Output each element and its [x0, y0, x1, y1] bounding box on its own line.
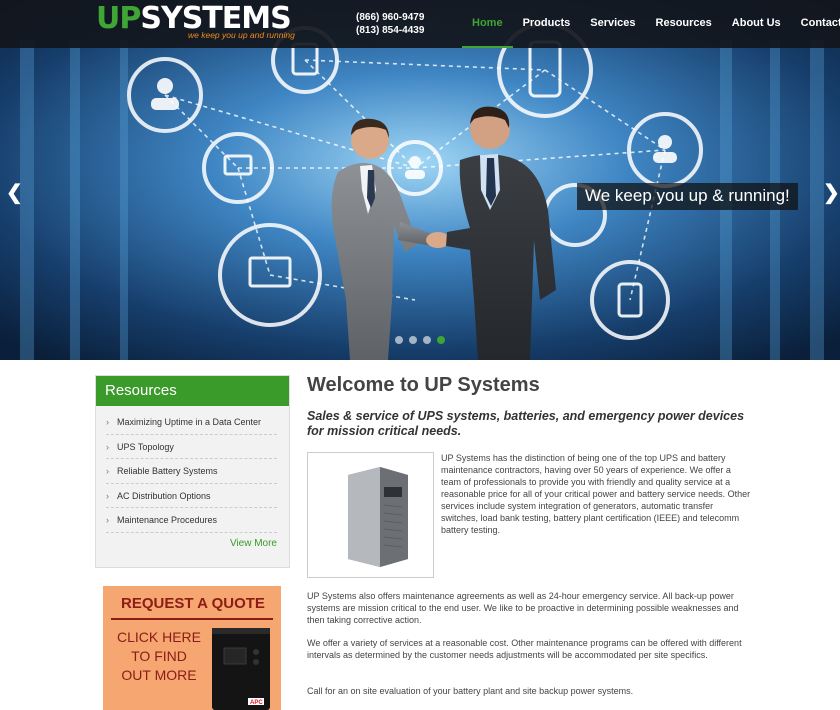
phone-numbers: (866) 960-9479 (813) 854-4439 — [356, 11, 424, 37]
intro-paragraph: UP Systems has the distinction of being … — [441, 453, 751, 535]
product-image-frame — [307, 452, 434, 578]
services-paragraph: We offer a variety of services at a reas… — [307, 638, 742, 660]
site-header: UPSYSTEMS we keep you up and running (86… — [0, 0, 840, 48]
nav-about-us[interactable]: About Us — [722, 0, 791, 48]
chevron-right-icon: › — [106, 515, 109, 525]
hero-image — [0, 0, 840, 360]
svg-text:APC: APC — [250, 700, 263, 706]
site-logo[interactable]: UPSYSTEMS we keep you up and running — [96, 2, 301, 42]
chevron-right-icon: › — [106, 490, 109, 501]
resource-link[interactable]: › AC Distribution Options — [106, 484, 277, 508]
request-quote-banner[interactable]: REQUEST A QUOTE CLICK HERE TO FIND OUT M… — [103, 586, 281, 710]
hero-slider: We keep you up & running! ❮ ❯ — [0, 0, 840, 360]
resource-link[interactable]: › Maximizing Uptime in a Data Center — [106, 410, 277, 435]
nav-contact[interactable]: Contact — [791, 0, 840, 48]
chevron-left-icon: ❮ — [6, 182, 23, 204]
slider-prev-arrow[interactable]: ❮ — [6, 180, 23, 205]
nav-products[interactable]: Products — [513, 0, 581, 48]
chevron-right-icon: › — [106, 466, 109, 476]
main-nav: Home Products Services Resources About U… — [462, 0, 840, 48]
slide-caption: We keep you up & running! — [577, 183, 798, 210]
nav-services[interactable]: Services — [580, 0, 645, 48]
view-more-link[interactable]: View More — [230, 538, 277, 549]
nav-home[interactable]: Home — [462, 0, 513, 48]
resources-sidebar: Resources › Maximizing Uptime in a Data C… — [95, 375, 290, 568]
resource-link[interactable]: › Reliable Battery Systems — [106, 459, 277, 484]
slider-dot[interactable] — [409, 336, 417, 344]
ups-cabinet-image — [348, 467, 408, 567]
resource-link[interactable]: › UPS Topology — [106, 435, 277, 459]
quote-title: REQUEST A QUOTE — [121, 595, 265, 612]
slider-dot-active[interactable] — [437, 336, 445, 344]
page-subtitle: Sales & service of UPS systems, batterie… — [307, 409, 745, 438]
slider-next-arrow[interactable]: ❯ — [823, 180, 840, 205]
ups-device-image: APC — [212, 628, 270, 710]
resource-link[interactable]: › Maintenance Procedures — [106, 508, 277, 533]
phone-secondary[interactable]: (813) 854-4439 — [356, 24, 424, 37]
chevron-right-icon: ❯ — [823, 182, 840, 204]
chevron-right-icon: › — [106, 441, 109, 452]
page-title: Welcome to UP Systems — [307, 374, 540, 396]
nav-resources[interactable]: Resources — [646, 0, 722, 48]
slider-dot[interactable] — [395, 336, 403, 344]
quote-call-to-action: CLICK HERE TO FIND OUT MORE — [116, 629, 202, 683]
slider-dot[interactable] — [423, 336, 431, 344]
resources-list: › Maximizing Uptime in a Data Center › UPS… — [96, 406, 289, 533]
evaluation-paragraph: Call for an on site evaluation of your b… — [307, 686, 634, 696]
maintenance-paragraph: UP Systems also offers maintenance agree… — [307, 591, 739, 625]
quote-divider — [111, 618, 273, 620]
chevron-right-icon: › — [106, 417, 109, 427]
logo-tagline: we keep you up and running — [188, 30, 295, 40]
sidebar-title: Resources — [96, 376, 289, 406]
slider-dots — [395, 336, 445, 344]
phone-primary[interactable]: (866) 960-9479 — [356, 11, 424, 24]
